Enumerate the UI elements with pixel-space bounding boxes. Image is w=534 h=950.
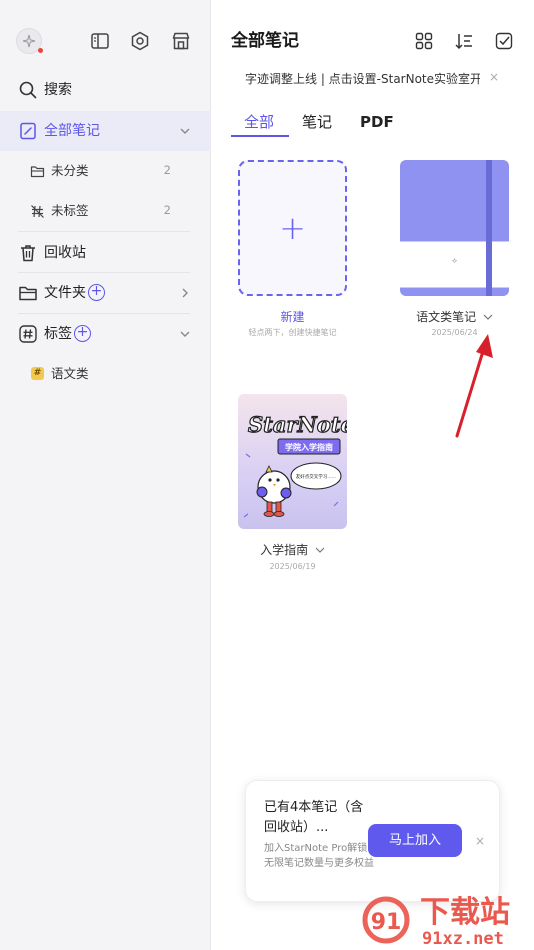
sidebar-item-tag[interactable]: # 语文类 [0, 354, 211, 394]
item-count: 2 [163, 203, 171, 217]
sidebar-item-untagged[interactable]: 未标签 2 [0, 191, 211, 231]
divider [18, 231, 190, 232]
sidebar-item-label: 未标签 [51, 203, 89, 218]
guide-cover[interactable]: StarNote 学院入学指南 友好点交叉学习…… [238, 394, 347, 529]
sparkle-icon [22, 34, 36, 48]
grid-view-icon[interactable] [414, 31, 434, 51]
sidebar-toggle-icon[interactable] [89, 30, 111, 52]
site-watermark: 91 下载站 91xz.net [362, 895, 510, 949]
notebook-strap [486, 160, 492, 296]
new-note-hint: 轻点两下，创建快捷笔记 [248, 328, 337, 337]
svg-text:友好点交叉学习……: 友好点交叉学习…… [296, 473, 337, 480]
add-tag-button[interactable]: + [74, 325, 91, 342]
item-count: 2 [163, 163, 171, 177]
store-icon[interactable] [170, 30, 192, 52]
guide-date: 2025/06/19 [269, 562, 316, 571]
tag-color-chip: # [31, 367, 44, 380]
new-note-label: 新建 [280, 310, 305, 324]
sidebar-item-search[interactable]: 搜索 [0, 70, 211, 110]
tab-pdf[interactable]: PDF [360, 112, 394, 132]
folder-icon [19, 286, 37, 301]
notebook-mark-icon: ⟡ [451, 256, 458, 265]
announcement-close-button[interactable]: × [489, 70, 499, 84]
chevron-down-icon[interactable] [483, 313, 493, 321]
new-note-button[interactable]: + [238, 160, 347, 296]
page-title: 全部笔记 [231, 31, 299, 51]
banner-description: 加入StarNote Pro解锁无限笔记数量与更多权益 [264, 843, 374, 869]
sidebar-item-label: 语文类 [51, 366, 89, 381]
tab-notes[interactable]: 笔记 [302, 112, 332, 132]
folder-icon [30, 166, 45, 178]
sidebar-item-tags[interactable]: 标签 + [0, 314, 211, 354]
sidebar-item-label: 未分类 [51, 163, 89, 178]
select-icon[interactable] [494, 31, 514, 51]
sidebar-toolbar [16, 28, 194, 56]
sidebar-item-label: 文件夹 [44, 285, 86, 301]
untagged-icon [31, 205, 44, 218]
add-folder-button[interactable]: + [88, 284, 105, 301]
join-now-button[interactable]: 马上加入 [368, 824, 462, 857]
notebook-cover[interactable]: ⟡ [400, 160, 509, 296]
sidebar-item-label: 回收站 [44, 245, 86, 261]
note-icon [20, 122, 36, 140]
search-icon [19, 81, 37, 99]
annotation-arrow [455, 334, 493, 438]
announcement-banner[interactable]: 字迹调整上线 | 点击设置-StarNote实验室开... [245, 71, 480, 87]
sidebar-item-uncategorized[interactable]: 未分类 2 [0, 151, 211, 191]
sidebar-item-label: 标签 [44, 326, 72, 342]
svg-text:下载站: 下载站 [420, 895, 510, 930]
chevron-right-icon[interactable] [179, 287, 191, 299]
upgrade-banner: 已有4本笔记（含回收站）... 加入StarNote Pro解锁无限笔记数量与更… [245, 780, 500, 902]
sidebar-item-label: 搜索 [44, 82, 72, 98]
notification-dot [38, 48, 43, 53]
svg-text:91: 91 [371, 910, 402, 935]
banner-title: 已有4本笔记（含回收站）... [264, 800, 364, 835]
chevron-down-icon[interactable] [179, 328, 191, 340]
tab-all[interactable]: 全部 [244, 112, 274, 132]
brand-wordmark: StarNote [248, 412, 347, 437]
sidebar-item-trash[interactable]: 回收站 [0, 233, 211, 273]
trash-icon [21, 245, 35, 262]
svg-text:学院入学指南: 学院入学指南 [285, 442, 333, 452]
sidebar-item-all-notes[interactable]: 全部笔记 [0, 111, 211, 151]
svg-text:91xz.net: 91xz.net [422, 929, 504, 949]
active-tab-indicator [231, 135, 289, 137]
chevron-down-icon[interactable] [315, 546, 325, 554]
sidebar: 搜索 全部笔记 未分类 2 未标签 2 回收站 文件夹 + 标签 + # 语文类 [0, 0, 211, 950]
guide-title[interactable]: 入学指南 [238, 542, 347, 558]
tag-icon [19, 325, 37, 343]
banner-close-button[interactable]: × [475, 834, 485, 848]
notebook-title[interactable]: 语文类笔记 [400, 309, 509, 325]
sidebar-item-folders[interactable]: 文件夹 + [0, 273, 211, 313]
sidebar-item-label: 全部笔记 [44, 123, 100, 139]
chevron-down-icon[interactable] [179, 125, 191, 137]
settings-icon[interactable] [129, 30, 151, 52]
plus-icon: + [279, 209, 306, 247]
sort-icon[interactable] [454, 31, 474, 51]
guide-cover-illustration: StarNote 学院入学指南 友好点交叉学习…… [243, 411, 347, 518]
